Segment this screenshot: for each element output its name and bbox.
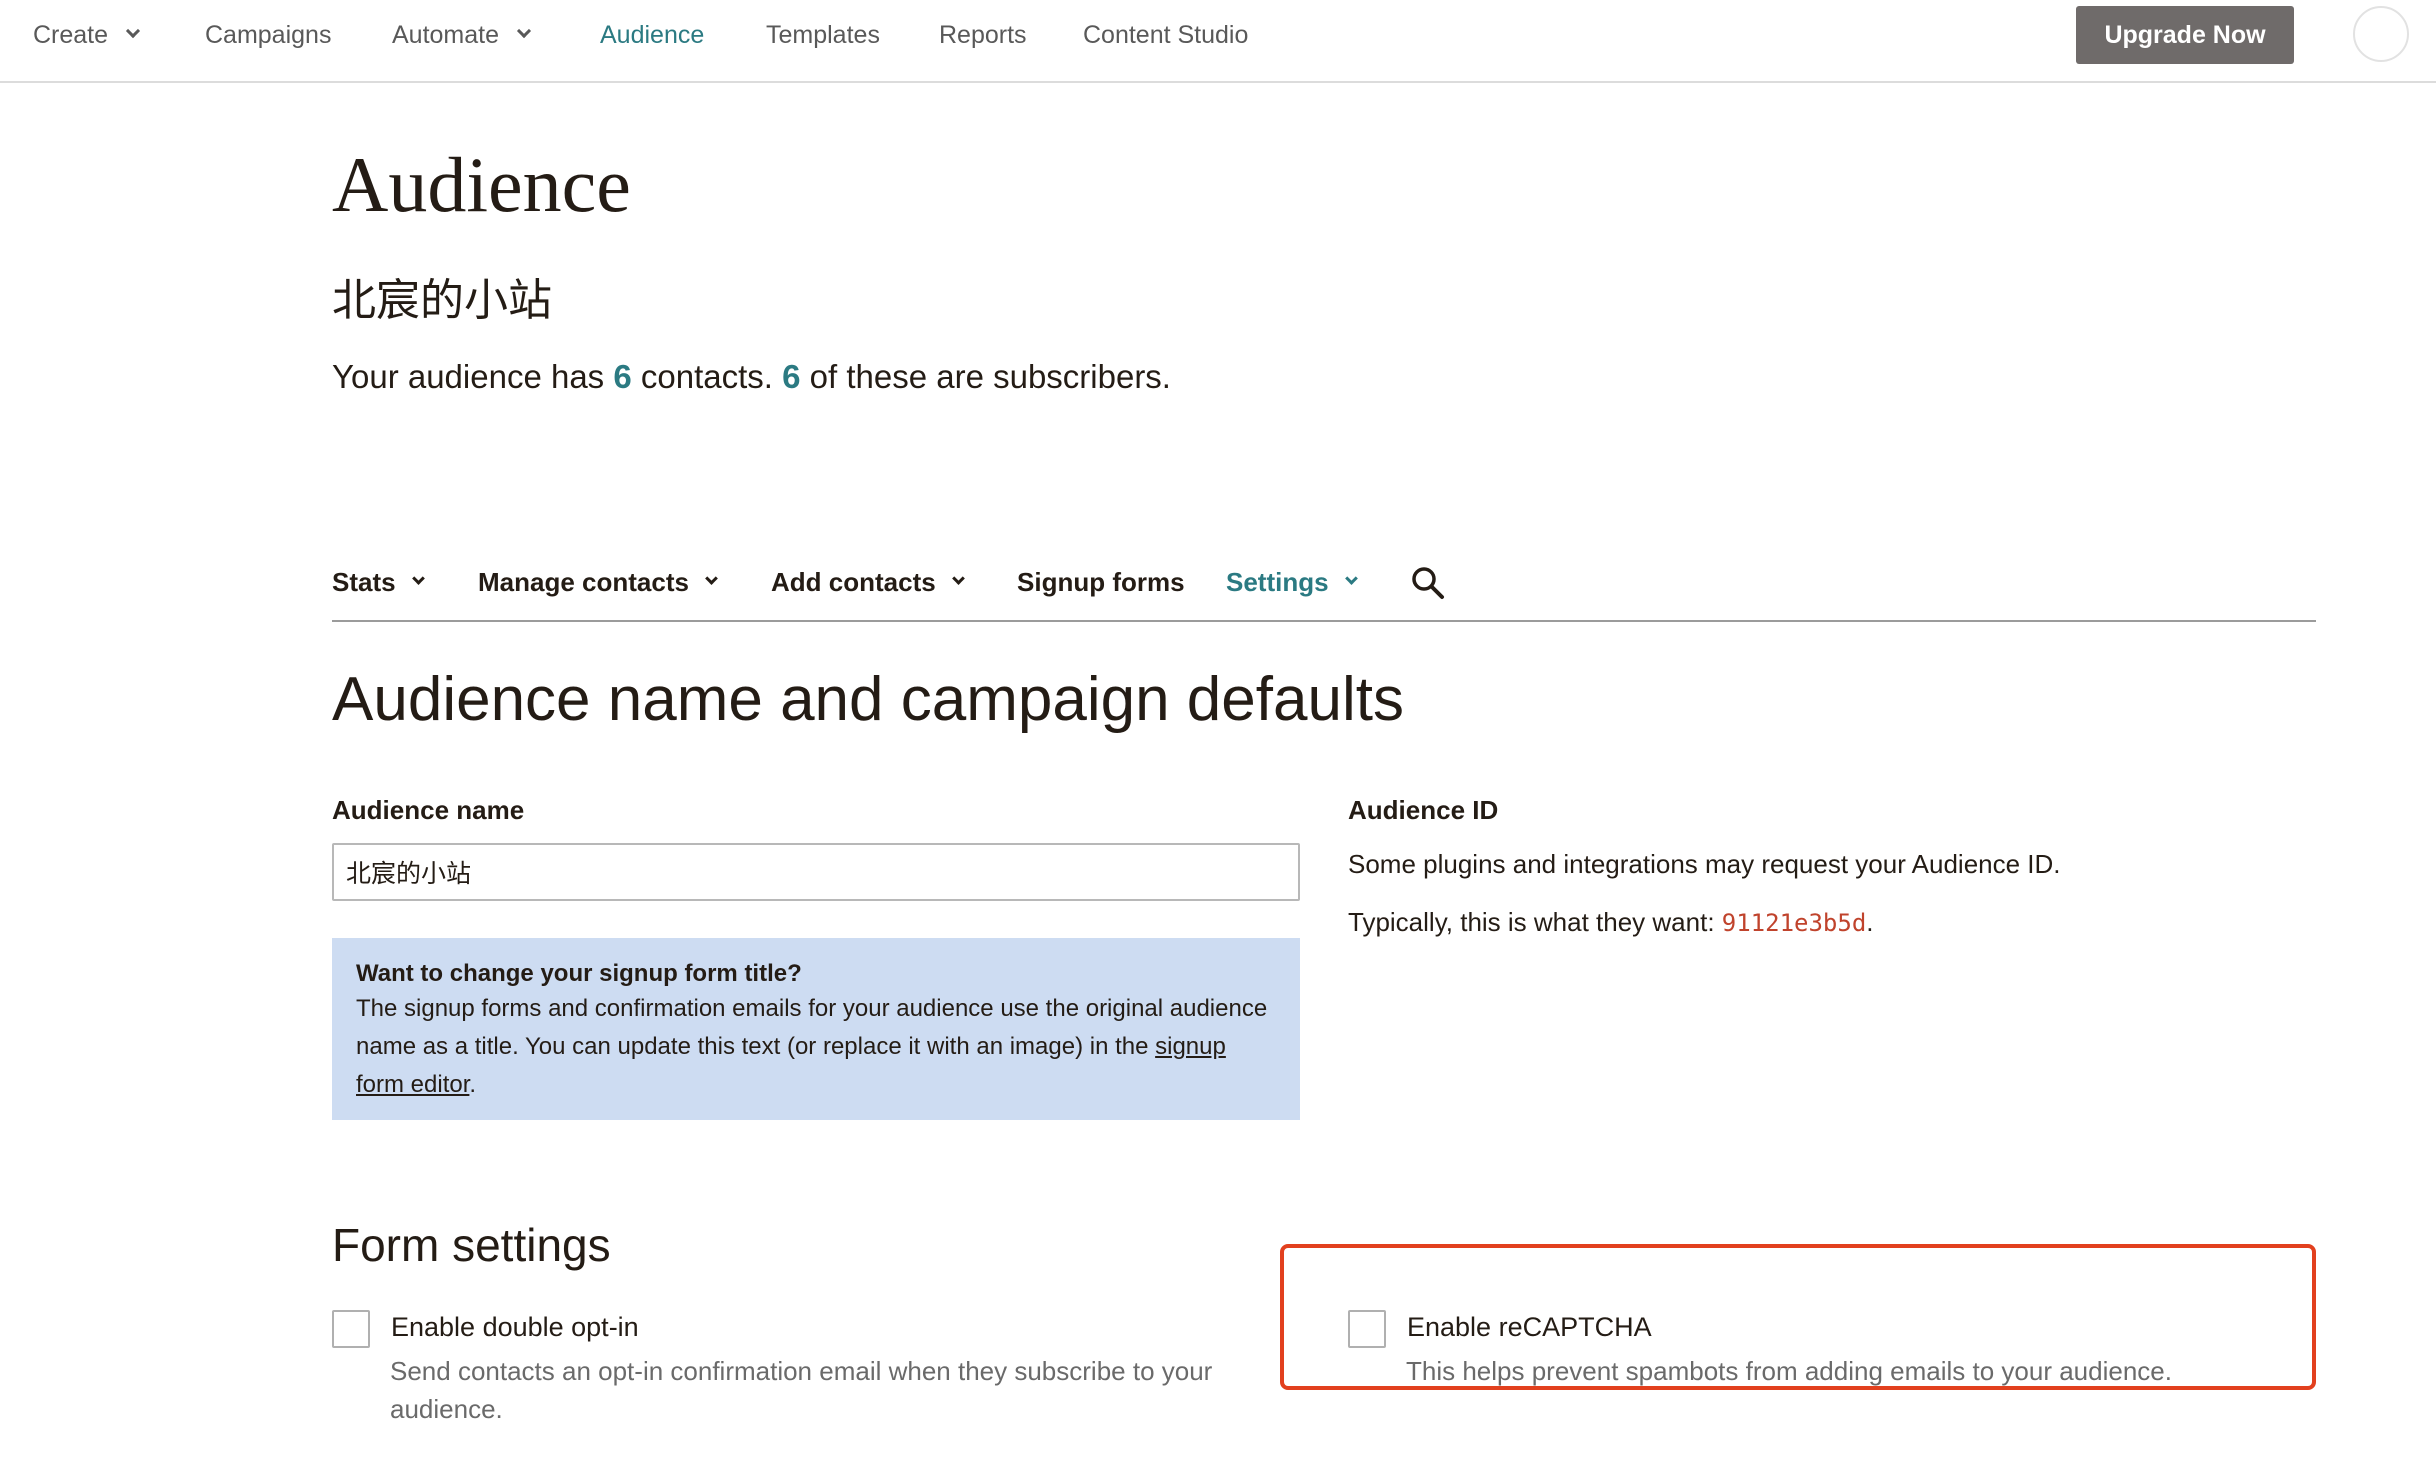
audience-id-label: Audience ID — [1348, 795, 1499, 825]
subnav-add-contacts[interactable]: Add contacts — [771, 550, 965, 614]
search-icon[interactable] — [1411, 566, 1445, 600]
audience-id-value: 91121e3b5d — [1721, 909, 1867, 937]
nav-reports-label: Reports — [939, 20, 1027, 49]
double-optin-label: Enable double opt-in — [391, 1312, 639, 1342]
subnav-settings-label: Settings — [1226, 566, 1329, 597]
chevron-down-icon — [411, 571, 425, 585]
summary-middle: contacts. — [631, 358, 783, 395]
signup-title-info-box: Want to change your signup form title? T… — [332, 938, 1300, 1120]
recaptcha-description: This helps prevent spambots from adding … — [1406, 1356, 2172, 1386]
summary-prefix: Your audience has — [332, 358, 614, 395]
audience-name-heading: 北宸的小站 — [332, 276, 552, 325]
subnav-stats-label: Stats — [332, 566, 396, 597]
chevron-down-icon — [1344, 571, 1358, 585]
nav-templates[interactable]: Templates — [766, 0, 880, 70]
chevron-down-icon — [125, 23, 141, 39]
nav-templates-label: Templates — [766, 20, 880, 49]
section-title: Audience name and campaign defaults — [332, 665, 1404, 734]
audience-name-input[interactable] — [332, 843, 1300, 901]
subnav-signup-forms[interactable]: Signup forms — [1017, 550, 1185, 614]
upgrade-now-button[interactable]: Upgrade Now — [2076, 6, 2294, 64]
nav-audience-label: Audience — [600, 20, 705, 49]
nav-audience[interactable]: Audience — [600, 0, 704, 70]
avatar[interactable] — [2353, 6, 2409, 62]
audience-id-prefix: Typically, this is what they want: — [1348, 907, 1722, 937]
subnav-manage-contacts[interactable]: Manage contacts — [478, 550, 718, 614]
subnav-stats[interactable]: Stats — [332, 550, 425, 614]
subnav-add-contacts-label: Add contacts — [771, 566, 936, 597]
nav-reports[interactable]: Reports — [939, 0, 1027, 70]
audience-name-label: Audience name — [332, 795, 525, 825]
nav-create[interactable]: Create — [33, 0, 141, 70]
double-optin-description: Send contacts an opt-in confirmation ema… — [390, 1356, 1213, 1424]
info-box-body: The signup forms and confirmation emails… — [356, 990, 1276, 1104]
recaptcha-label: Enable reCAPTCHA — [1407, 1312, 1652, 1342]
nav-automate-label: Automate — [392, 20, 500, 49]
contacts-count: 6 — [613, 358, 632, 395]
nav-campaigns-label: Campaigns — [205, 20, 332, 49]
info-box-end: . — [469, 1071, 477, 1098]
audience-subnav: Stats Manage contacts Add contacts Signu… — [332, 550, 2316, 622]
subnav-signup-forms-label: Signup forms — [1017, 566, 1185, 597]
audience-id-line: Typically, this is what they want: 91121… — [1348, 907, 1874, 938]
audience-id-description: Some plugins and integrations may reques… — [1348, 849, 2061, 879]
form-settings-title: Form settings — [332, 1219, 611, 1271]
subnav-settings[interactable]: Settings — [1226, 550, 1358, 614]
double-optin-checkbox[interactable] — [332, 1310, 370, 1348]
chevron-down-icon — [516, 23, 532, 39]
nav-create-label: Create — [33, 20, 109, 49]
nav-content-studio[interactable]: Content Studio — [1083, 0, 1248, 70]
nav-campaigns[interactable]: Campaigns — [205, 0, 331, 70]
subnav-manage-contacts-label: Manage contacts — [478, 566, 689, 597]
nav-automate[interactable]: Automate — [392, 0, 532, 70]
chevron-down-icon — [951, 571, 965, 585]
summary-suffix: of these are subscribers. — [800, 358, 1171, 395]
chevron-down-icon — [705, 571, 718, 585]
info-box-title: Want to change your signup form title? — [356, 960, 802, 987]
info-box-text: The signup forms and confirmation emails… — [356, 995, 1268, 1060]
audience-id-suffix: . — [1866, 907, 1874, 937]
top-navigation: Create Campaigns Automate Audience Templ… — [0, 0, 2436, 83]
page-title: Audience — [332, 141, 631, 228]
audience-summary: Your audience has 6 contacts. 6 of these… — [332, 358, 1171, 396]
subscribers-count: 6 — [782, 358, 801, 395]
nav-content-studio-label: Content Studio — [1083, 20, 1249, 49]
recaptcha-checkbox[interactable] — [1348, 1310, 1386, 1348]
